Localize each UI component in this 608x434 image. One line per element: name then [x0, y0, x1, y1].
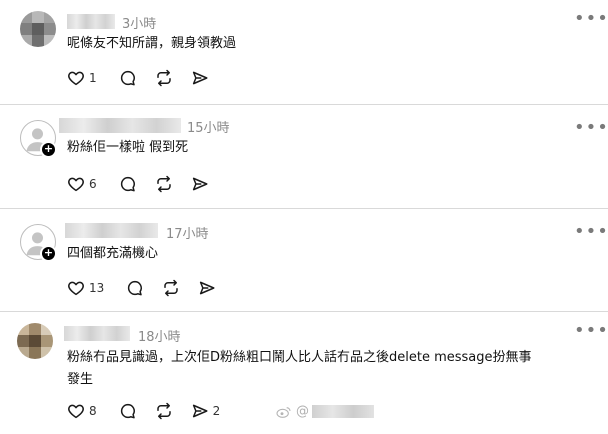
- like-button[interactable]: 8: [67, 402, 97, 420]
- like-button[interactable]: 6: [67, 175, 97, 193]
- share-button[interactable]: [191, 69, 209, 87]
- repost-button[interactable]: [162, 279, 180, 297]
- like-count: 8: [89, 404, 97, 418]
- post-3: + 17小時 ••• 四個都充滿機心 13: [0, 209, 608, 310]
- comment-button[interactable]: [119, 175, 137, 193]
- share-button[interactable]: [191, 175, 209, 193]
- more-icon[interactable]: •••: [574, 10, 608, 28]
- more-icon[interactable]: •••: [574, 119, 608, 137]
- post-text: 粉絲冇品見識過，上次佢D粉絲粗口鬧人比人話冇品之後delete message扮…: [67, 350, 532, 387]
- comment-button[interactable]: [119, 69, 137, 87]
- post-1: 3小時 ••• 呢條友不知所謂，親身領教過 1: [0, 0, 608, 103]
- follow-plus-icon[interactable]: +: [40, 245, 57, 262]
- comment-button[interactable]: [126, 279, 144, 297]
- username-blurred[interactable]: [67, 14, 115, 29]
- post-text: 呢條友不知所謂，親身領教過: [67, 36, 237, 51]
- like-button[interactable]: 1: [67, 69, 97, 87]
- action-bar: 13: [67, 279, 230, 297]
- post-time: 18小時: [138, 330, 181, 345]
- repost-button[interactable]: [155, 402, 173, 420]
- action-bar: 6: [67, 175, 223, 193]
- username-blurred[interactable]: [64, 326, 130, 341]
- comment-icon: [120, 176, 135, 192]
- avatar[interactable]: [20, 11, 56, 47]
- username-blurred[interactable]: [65, 223, 158, 238]
- comment-icon: [128, 280, 143, 296]
- share-icon: [192, 404, 208, 418]
- heart-icon: [68, 404, 84, 419]
- action-bar: 8 2: [67, 402, 234, 420]
- share-count: 2: [212, 404, 221, 418]
- repost-icon: [164, 279, 179, 297]
- post-2: + 15小時 ••• 粉絲佢一樣啦 假到死 6: [0, 105, 608, 207]
- more-icon[interactable]: •••: [574, 322, 608, 340]
- heart-icon: [68, 71, 84, 86]
- like-button[interactable]: 13: [67, 279, 104, 297]
- avatar[interactable]: [17, 323, 53, 359]
- share-icon: [192, 71, 208, 85]
- watermark: @: [276, 404, 374, 419]
- heart-icon: [68, 177, 84, 192]
- weibo-logo-icon: [276, 406, 291, 418]
- watermark-at: @: [296, 404, 309, 419]
- repost-icon: [156, 402, 171, 420]
- watermark-username-blurred: [312, 405, 374, 418]
- share-icon: [200, 281, 215, 295]
- post-time: 3小時: [122, 17, 157, 32]
- username-blurred[interactable]: [59, 118, 181, 133]
- repost-icon: [156, 69, 171, 87]
- post-text: 粉絲佢一樣啦 假到死: [67, 140, 189, 155]
- post-time: 17小時: [166, 227, 209, 242]
- action-bar: 1: [67, 69, 223, 87]
- heart-icon: [68, 281, 84, 296]
- follow-plus-icon[interactable]: +: [40, 141, 57, 158]
- repost-button[interactable]: [155, 69, 173, 87]
- like-count: 1: [89, 71, 97, 85]
- more-icon[interactable]: •••: [574, 223, 608, 241]
- comment-button[interactable]: [119, 402, 137, 420]
- comment-icon: [120, 403, 135, 419]
- like-count: 13: [89, 281, 105, 295]
- share-button[interactable]: [198, 279, 216, 297]
- share-button[interactable]: 2: [191, 402, 221, 420]
- post-time: 15小時: [187, 121, 230, 136]
- repost-button[interactable]: [155, 175, 173, 193]
- like-count: 6: [89, 177, 97, 191]
- post-text: 四個都充滿機心: [67, 246, 159, 261]
- comment-icon: [120, 70, 135, 86]
- share-icon: [192, 177, 208, 191]
- repost-icon: [156, 175, 171, 193]
